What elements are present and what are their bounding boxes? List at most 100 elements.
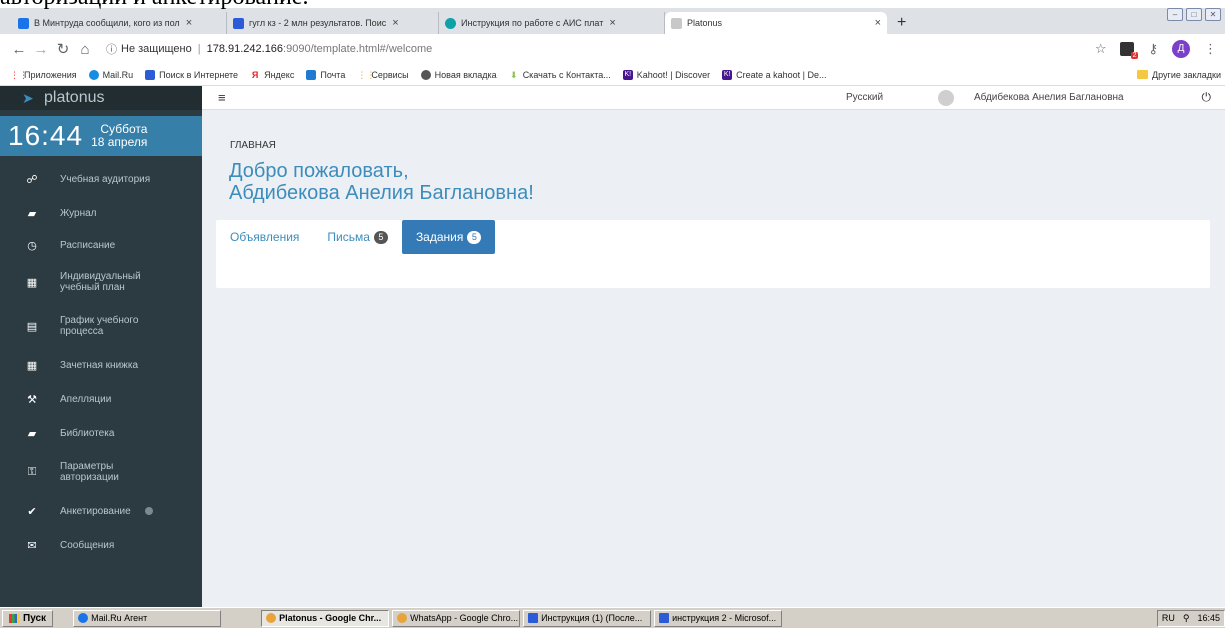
ie-quicklaunch-icon[interactable]: [56, 610, 70, 627]
apps-grid-icon: ⋮⋮: [10, 69, 28, 80]
sidebar-item-label: Параметры авторизации: [60, 461, 119, 483]
reload-icon[interactable]: ↻: [52, 40, 74, 58]
count-badge: 5: [373, 230, 388, 244]
gavel-icon: ⚒: [27, 393, 37, 406]
tab-favicon-icon: [18, 17, 29, 29]
sidebar-item-library[interactable]: ▰ Библиотека: [0, 416, 202, 450]
toolbar-actions: ☆ 2 ⚷ Д ⋮: [1095, 40, 1217, 59]
clock-day: 18 апреля: [91, 135, 148, 149]
bookmark-label: Create a kahoot | De...: [736, 69, 827, 80]
tab-announcements[interactable]: Объявления: [216, 220, 313, 254]
start-button[interactable]: Пуск: [2, 609, 54, 627]
sidebar-item-schedule[interactable]: ◷ Расписание: [0, 230, 202, 260]
new-tab-button[interactable]: +: [897, 12, 906, 34]
bookmark-mailru[interactable]: Mail.Ru: [88, 69, 133, 80]
taskbar-item-label: Инструкция (1) (После...: [541, 613, 643, 623]
clock-date: Суббота 18 апреля: [91, 123, 147, 149]
close-icon[interactable]: ×: [392, 17, 398, 29]
url-separator: |: [197, 43, 201, 55]
bookmark-mail[interactable]: Почта: [306, 69, 346, 80]
browser-tab[interactable]: гугл кз - 2 млн результатов. Поис ×: [227, 12, 439, 34]
sidebar-item-messages[interactable]: ✉ Сообщения: [0, 528, 202, 562]
tab-title: гугл кз - 2 млн результатов. Поис: [249, 18, 387, 28]
welcome-line-1: Добро пожаловать,: [229, 160, 409, 182]
taskbar-item-label: инструкция 2 - Microsof...: [672, 613, 777, 623]
bookmark-search[interactable]: Поиск в Интернете: [145, 69, 238, 80]
taskbar-item[interactable]: WhatsApp - Google Chro...: [392, 609, 521, 627]
chrome-icon: [397, 613, 408, 623]
url-path: :9090/template.html#/welcome: [283, 43, 433, 55]
user-menu[interactable]: Абдибекова Анелия Баглановна: [938, 89, 1124, 106]
sidebar-item-process-schedule[interactable]: ▤ График учебного процесса: [0, 304, 202, 348]
users-icon: ☍: [26, 173, 38, 186]
sidebar-item-auth-settings[interactable]: ⚿ Параметры авторизации: [0, 450, 202, 494]
clock-icon: ◷: [27, 239, 37, 252]
browser-tab[interactable]: Инструкция по работе с АИС плат ×: [439, 12, 665, 34]
close-window-icon[interactable]: ✕: [1205, 8, 1221, 21]
bookmark-newtab[interactable]: Новая вкладка: [420, 69, 497, 80]
browser-tab-active[interactable]: Platonus ×: [665, 12, 887, 34]
taskbar-item[interactable]: инструкция 2 - Microsof...: [654, 609, 783, 627]
bookmark-services[interactable]: ⋮⋮ Сервисы: [357, 70, 408, 80]
os-taskbar: Пуск Mail.Ru Агент Platonus - Google Chr…: [0, 607, 1225, 628]
bookmark-yandex[interactable]: Я Яндекс: [250, 70, 295, 80]
forward-icon[interactable]: →: [30, 41, 52, 58]
extension-icon[interactable]: 2: [1120, 42, 1139, 59]
clock-time: 16:44: [8, 120, 84, 151]
address-bar[interactable]: ⓘ Не защищено | 178.91.242.166:9090/temp…: [106, 41, 432, 57]
tab-label: Письма: [327, 230, 370, 244]
star-icon[interactable]: ☆: [1095, 41, 1107, 57]
tabs-panel: Объявления Письма 5 Задания 5: [216, 220, 1210, 288]
clock-weekday: Суббота: [100, 122, 148, 136]
key-icon[interactable]: ⚷: [1148, 41, 1158, 57]
back-icon[interactable]: ←: [8, 41, 30, 58]
tab-letters[interactable]: Письма 5: [313, 220, 402, 254]
menu-kebab-icon[interactable]: ⋮: [1204, 41, 1217, 57]
maximize-icon[interactable]: □: [1186, 8, 1202, 21]
language-selector[interactable]: Русский: [846, 92, 883, 103]
bookmark-label: Kahoot! | Discover: [636, 69, 711, 80]
bookmark-apps[interactable]: ⋮⋮ Приложения: [10, 70, 77, 80]
brand-logo[interactable]: ➤ platonus: [0, 86, 202, 110]
folder-icon: [1137, 70, 1149, 79]
brand-name: platonus: [44, 89, 105, 106]
count-badge: 5: [467, 230, 482, 244]
bookmark-vk-download[interactable]: ⬇ Скачать с Контакта...: [509, 70, 611, 80]
taskbar-item[interactable]: Mail.Ru Агент: [73, 609, 222, 627]
sidebar-item-survey[interactable]: ✔ Анкетирование: [0, 494, 202, 528]
bookmark-kahoot-create[interactable]: K! Create a kahoot | De...: [722, 69, 827, 80]
screen: авторизации и анкетирование. В Минтруда …: [0, 0, 1225, 628]
taskbar-item-active[interactable]: Platonus - Google Chr...: [261, 609, 390, 627]
system-tray: RU ⚲ 16:45: [1156, 609, 1225, 627]
close-icon[interactable]: ×: [609, 17, 615, 29]
sidebar-item-journal[interactable]: ▰ Журнал: [0, 196, 202, 230]
info-icon[interactable]: ⓘ: [106, 41, 117, 57]
minimize-icon[interactable]: ‒: [1167, 8, 1183, 21]
user-name: Абдибекова Анелия Баглановна: [974, 92, 1124, 103]
sidebar-item-label: Библиотека: [60, 427, 115, 439]
network-icon[interactable]: ⚲: [1183, 613, 1190, 624]
mail-icon: [306, 69, 317, 80]
logout-icon[interactable]: ⏻: [1202, 90, 1212, 105]
sidebar-item-classroom[interactable]: ☍ Учебная аудитория: [0, 162, 202, 196]
sidebar-item-individual-plan[interactable]: ▦ Индивидуальный учебный план: [0, 260, 202, 304]
platonus-logo-icon: ➤: [22, 90, 34, 106]
language-indicator[interactable]: RU: [1162, 613, 1175, 623]
tab-favicon-icon: [445, 17, 456, 29]
sidebar-item-gradebook[interactable]: ▦ Зачетная книжка: [0, 348, 202, 382]
bookmark-kahoot-discover[interactable]: K! Kahoot! | Discover: [622, 69, 711, 80]
profile-avatar[interactable]: Д: [1172, 40, 1190, 58]
word-icon: [659, 613, 670, 623]
taskbar-item[interactable]: Инструкция (1) (После...: [523, 609, 652, 627]
browser-tab[interactable]: В Минтруда сообщили, кого из пол ×: [12, 12, 227, 34]
bookmark-label: Почта: [320, 69, 346, 80]
hamburger-menu-icon[interactable]: ≡: [218, 90, 226, 105]
tab-tasks[interactable]: Задания 5: [401, 220, 496, 254]
tab-title: Platonus: [687, 18, 723, 28]
security-label: Не защищено: [121, 43, 192, 55]
close-icon[interactable]: ×: [875, 17, 881, 29]
close-icon[interactable]: ×: [186, 17, 192, 29]
other-bookmarks[interactable]: Другие закладки: [1137, 70, 1221, 80]
sidebar-item-appeals[interactable]: ⚒ Апелляции: [0, 382, 202, 416]
home-icon[interactable]: ⌂: [74, 41, 96, 58]
